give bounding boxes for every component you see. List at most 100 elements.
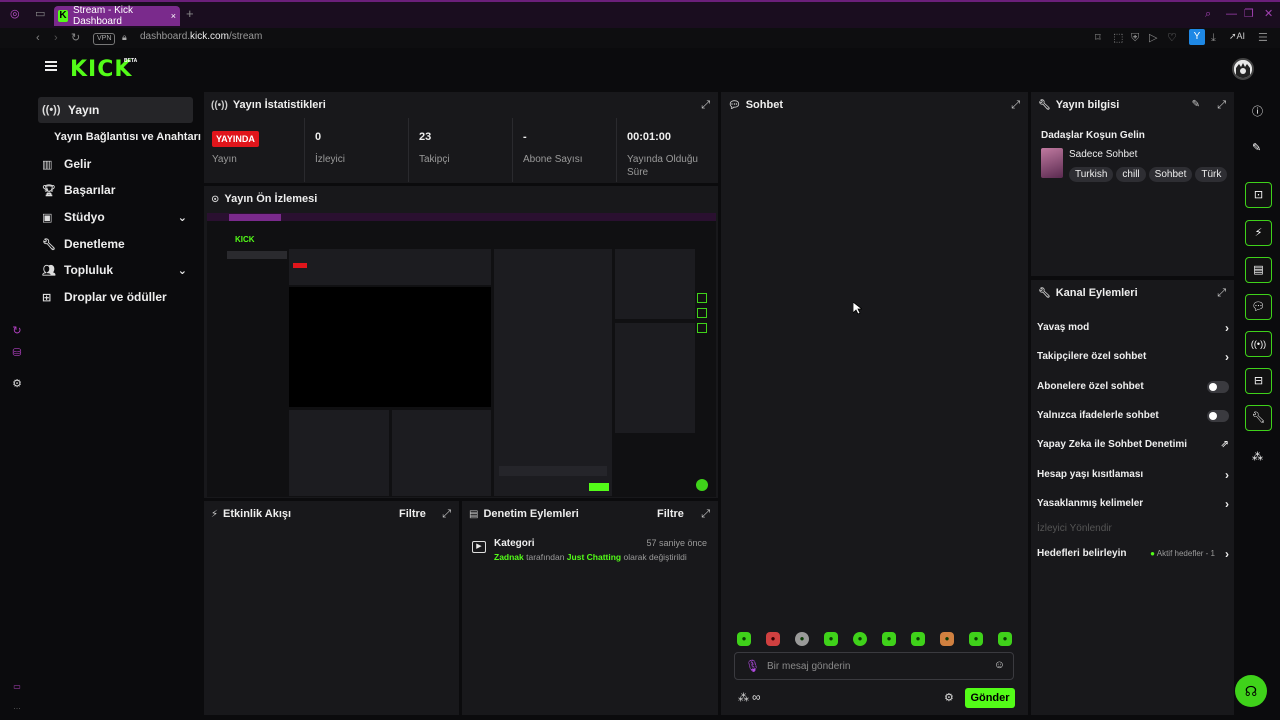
lock-icon[interactable]: 🔒︎ [122, 32, 127, 43]
bookmark-icon[interactable]: ⌑ [1095, 30, 1101, 46]
nav-item-yayin[interactable]: ((•)) Yayın [38, 97, 193, 123]
maximize-icon[interactable]: ❐ [1244, 6, 1254, 22]
play-icon[interactable]: ▷ [1149, 30, 1157, 46]
url-field[interactable]: dashboard.kick.com/stream [140, 31, 262, 42]
infinity-icon[interactable]: ∞ [752, 690, 761, 704]
tag[interactable]: Türk [1195, 167, 1228, 182]
emote-icon[interactable]: ● [911, 632, 925, 646]
nav-item-droplar[interactable]: ⊞ Droplar ve ödüller [38, 284, 193, 310]
mod-entry-user[interactable]: Zadnak [494, 552, 524, 562]
forward-icon[interactable]: › [54, 30, 58, 46]
heart-icon[interactable]: ♡ [1167, 30, 1177, 46]
emoji-icon[interactable]: ☺ [994, 659, 1005, 671]
sidebar-bag-icon[interactable]: ⛁ [10, 346, 24, 360]
reload-icon[interactable]: ↻ [71, 30, 80, 46]
chat-input-box[interactable]: 🎙︎ Bir mesaj gönderin ☺ [734, 652, 1014, 680]
ai-button[interactable]: ➚AI [1229, 31, 1245, 42]
emote-icon[interactable]: ● [882, 632, 896, 646]
mod-entry-category[interactable]: Just Chatting [567, 552, 621, 562]
emote-icon[interactable]: ● [940, 632, 954, 646]
emote-icon[interactable]: ● [824, 632, 838, 646]
tab-kick-dashboard[interactable]: K Stream - Kick Dashboard × [54, 5, 180, 27]
nav-item-denetleme[interactable]: 🔧︎ Denetleme [38, 231, 193, 257]
stream-preview[interactable]: KICK [207, 213, 716, 497]
shield-icon[interactable]: ⛨ [1131, 30, 1139, 46]
action-goals[interactable]: Hedefleri belirleyin ● Aktif hedefler - … [1037, 546, 1229, 562]
rail-button-clip[interactable]: ⊡ [1245, 182, 1272, 208]
profile-badge[interactable]: Y [1189, 29, 1205, 45]
chart-icon: ▥ [42, 158, 53, 171]
rail-button-preview[interactable]: ⊟ [1245, 368, 1272, 394]
category-thumbnail[interactable] [1041, 148, 1063, 178]
action-banned-words[interactable]: Yasaklanmış kelimeler › [1037, 496, 1229, 512]
help-button[interactable]: ☊ [1235, 675, 1267, 707]
expand-icon[interactable]: ⤢ [1217, 287, 1226, 300]
expand-icon[interactable]: ⤢ [701, 99, 710, 112]
vpn-badge[interactable]: VPN [93, 33, 116, 45]
chat-settings-icon[interactable]: ⚙ [944, 691, 954, 704]
chevron-down-icon[interactable]: ⌄ [178, 211, 187, 224]
emote-icon[interactable]: ● [737, 632, 751, 646]
subscribers-only-toggle[interactable] [1207, 381, 1229, 393]
edit-icon[interactable]: ✎ [1192, 99, 1200, 110]
close-tab-icon[interactable]: × [171, 11, 176, 21]
sidebar-settings-icon[interactable]: ⚙ [10, 377, 24, 391]
nav-item-basarilar[interactable]: 🏆︎ Başarılar [38, 177, 193, 203]
mini-chat-input [499, 466, 607, 476]
tag[interactable]: Sohbet [1148, 167, 1193, 182]
nav-label: Yayın Bağlantısı ve Anahtarı [54, 131, 201, 143]
nav-item-topluluk[interactable]: 👥︎ Topluluk ⌄ [38, 257, 193, 283]
stream-category[interactable]: Sadece Sohbet [1069, 149, 1137, 160]
action-ai-moderation[interactable]: Yapay Zeka ile Sohbet Denetimi ⇗ [1037, 437, 1229, 453]
menu-icon[interactable]: ☰ [1258, 30, 1268, 46]
sidebar-more-icon[interactable]: … [10, 702, 24, 716]
nav-item-stream-key[interactable]: Yayın Bağlantısı ve Anahtarı [38, 124, 208, 150]
action-slow-mode[interactable]: Yavaş mod › [1037, 320, 1229, 336]
minimize-icon[interactable]: — [1226, 6, 1237, 22]
stat-value: 23 [419, 131, 432, 143]
pencil-icon[interactable]: ✎ [1252, 141, 1261, 154]
ai-label: AI [1236, 31, 1246, 41]
kick-points-icon[interactable]: ⁂ [738, 691, 749, 704]
action-account-age[interactable]: Hesap yaşı kısıtlaması › [1037, 467, 1229, 483]
rail-button-chat[interactable]: 💬︎ [1245, 294, 1272, 320]
emotes-only-toggle[interactable] [1207, 410, 1229, 422]
rail-button-moderation[interactable]: ▤ [1245, 257, 1272, 283]
emote-icon[interactable]: ● [853, 632, 867, 646]
nav-item-gelir[interactable]: ▥ Gelir [38, 151, 193, 177]
emote-icon[interactable]: ● [795, 632, 809, 646]
hamburger-menu-icon[interactable] [45, 61, 57, 71]
screenshot-icon[interactable]: ⬚ [1113, 30, 1123, 46]
rail-button-tools[interactable]: 🔧︎ [1245, 405, 1272, 431]
tab-switcher-icon[interactable]: ▭ [35, 6, 45, 22]
close-window-icon[interactable]: ✕ [1264, 6, 1273, 22]
expand-icon[interactable]: ⤢ [701, 508, 710, 521]
filter-button[interactable]: Filtre [399, 508, 426, 520]
filter-button[interactable]: Filtre [657, 508, 684, 520]
emote-icon[interactable]: ● [969, 632, 983, 646]
chevron-down-icon[interactable]: ⌄ [178, 264, 187, 277]
send-button[interactable]: Gönder [965, 688, 1015, 708]
emote-icon[interactable]: ● [766, 632, 780, 646]
sidebar-extra-icon[interactable]: ▭ [10, 682, 24, 696]
tag[interactable]: chill [1116, 167, 1146, 182]
rail-button-activity[interactable]: ⚡︎ [1245, 220, 1272, 246]
back-icon[interactable]: ‹ [36, 30, 40, 46]
microphone-icon[interactable]: 🎙︎ [745, 659, 760, 673]
emote-icon[interactable]: ● [998, 632, 1012, 646]
download-icon[interactable]: ⤓ [1211, 30, 1216, 46]
kick-points-icon[interactable]: ⁂ [1252, 450, 1263, 463]
expand-icon[interactable]: ⤢ [442, 508, 451, 521]
rail-button-stats[interactable]: ((•)) [1245, 331, 1272, 357]
sidebar-history-icon[interactable]: ↻ [10, 324, 24, 338]
tag[interactable]: Turkish [1069, 167, 1114, 182]
search-icon[interactable]: ⌕ [1205, 6, 1211, 22]
expand-icon[interactable]: ⤢ [1217, 99, 1226, 112]
nav-item-studyo[interactable]: ▣ Stüdyo ⌄ [38, 204, 193, 230]
avatar[interactable] [1232, 58, 1254, 80]
browser-logo-icon[interactable]: ◎ [10, 6, 20, 22]
new-tab-icon[interactable]: + [186, 6, 194, 22]
info-icon[interactable]: ⓘ [1252, 103, 1263, 119]
action-followers-only[interactable]: Takipçilere özel sohbet › [1037, 349, 1229, 365]
expand-icon[interactable]: ⤢ [1011, 99, 1020, 112]
